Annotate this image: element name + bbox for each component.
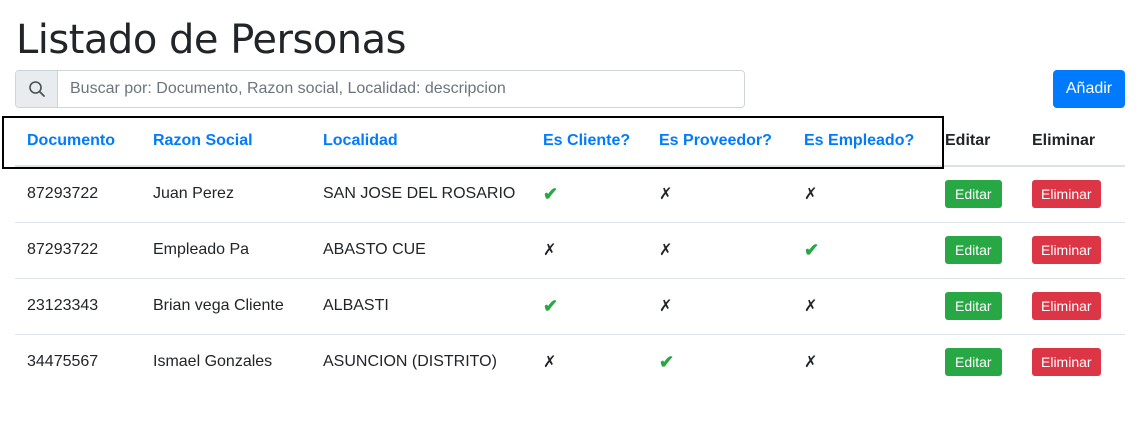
personas-table-wrap: Documento Razon Social Localidad Es Clie… xyxy=(15,116,1125,390)
header-eliminar: Eliminar xyxy=(1020,116,1125,167)
cross-icon: ✗ xyxy=(804,354,818,372)
check-icon: ✔ xyxy=(659,351,675,372)
header-razon-social[interactable]: Razon Social xyxy=(141,116,311,167)
cell-documento: 87293722 xyxy=(27,185,99,203)
cell-documento: 34475567 xyxy=(27,353,99,371)
page-title: Listado de Personas xyxy=(16,17,407,63)
table-row: 87293722 Empleado Pa ABASTO CUE ✗ ✗ ✔ Ed… xyxy=(15,222,1125,278)
cell-razon-social: Empleado Pa xyxy=(153,241,250,258)
cell-razon-social: Brian vega Cliente xyxy=(153,297,284,314)
cell-localidad: ABASTO CUE xyxy=(323,241,426,258)
edit-button[interactable]: Editar xyxy=(945,236,1002,264)
edit-button[interactable]: Editar xyxy=(945,180,1002,209)
edit-button[interactable]: Editar xyxy=(945,348,1002,377)
cell-localidad: ALBASTI xyxy=(323,297,389,314)
header-es-cliente[interactable]: Es Cliente? xyxy=(531,116,647,167)
table-row: 34475567 Ismael Gonzales ASUNCION (DISTR… xyxy=(15,334,1125,390)
cell-razon-social: Ismael Gonzales xyxy=(153,353,273,371)
cross-icon: ✗ xyxy=(804,298,818,315)
cross-icon: ✗ xyxy=(543,242,557,259)
table-row: 87293722 Juan Perez SAN JOSE DEL ROSARIO… xyxy=(15,166,1125,222)
delete-button[interactable]: Eliminar xyxy=(1032,180,1101,209)
cross-icon: ✗ xyxy=(659,242,673,259)
header-es-proveedor[interactable]: Es Proveedor? xyxy=(647,116,792,167)
delete-button[interactable]: Eliminar xyxy=(1032,236,1101,264)
cross-icon: ✗ xyxy=(804,186,818,204)
header-documento[interactable]: Documento xyxy=(15,116,141,167)
check-icon: ✔ xyxy=(543,295,559,316)
check-icon: ✔ xyxy=(543,183,559,204)
edit-button[interactable]: Editar xyxy=(945,292,1002,320)
check-icon: ✔ xyxy=(804,239,820,260)
header-es-empleado[interactable]: Es Empleado? xyxy=(792,116,933,167)
personas-table: Documento Razon Social Localidad Es Clie… xyxy=(15,116,1125,390)
delete-button[interactable]: Eliminar xyxy=(1032,292,1101,320)
header-editar: Editar xyxy=(933,116,1020,167)
table-row: 23123343 Brian vega Cliente ALBASTI ✔ ✗ … xyxy=(15,278,1125,334)
cross-icon: ✗ xyxy=(659,186,673,204)
cell-localidad: SAN JOSE DEL ROSARIO xyxy=(323,185,516,203)
delete-button[interactable]: Eliminar xyxy=(1032,348,1101,377)
add-button[interactable]: Añadir xyxy=(1053,70,1125,108)
search-group xyxy=(15,70,745,108)
search-input[interactable] xyxy=(58,71,744,107)
cell-documento: 23123343 xyxy=(27,297,99,314)
cross-icon: ✗ xyxy=(659,298,673,315)
search-icon xyxy=(16,71,58,107)
cell-localidad: ASUNCION (DISTRITO) xyxy=(323,353,497,371)
header-localidad[interactable]: Localidad xyxy=(311,116,531,167)
cell-documento: 87293722 xyxy=(27,241,99,258)
cell-razon-social: Juan Perez xyxy=(153,185,234,203)
cross-icon: ✗ xyxy=(543,354,557,372)
table-header-row: Documento Razon Social Localidad Es Clie… xyxy=(15,116,1125,167)
